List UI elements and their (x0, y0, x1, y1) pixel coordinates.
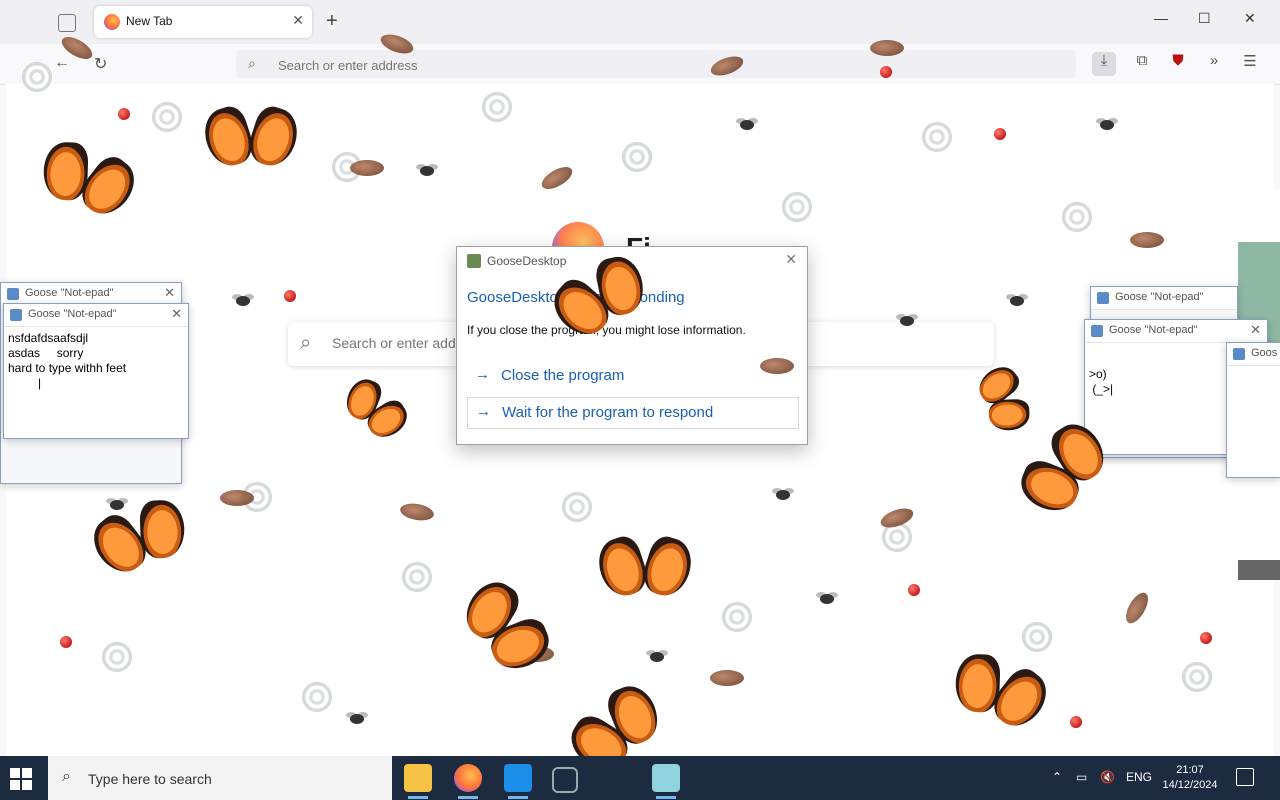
reload-icon[interactable]: ↻ (94, 54, 107, 74)
notepad-window-partial[interactable]: Goos (1226, 342, 1280, 478)
notepad-window[interactable]: Goose "Not-epad" ✕ nsfdafdsaafsdjl asdas… (3, 303, 189, 439)
notepad-titlebar[interactable]: Goos (1227, 343, 1280, 366)
clock-time: 21:07 (1176, 764, 1204, 776)
dialog-message: If you close the program, you might lose… (467, 323, 746, 337)
app-blue-icon[interactable] (504, 764, 532, 799)
app-hex-icon[interactable] (552, 767, 578, 793)
language-indicator[interactable]: ENG (1126, 770, 1152, 784)
taskbar-search-placeholder: Type here to search (88, 771, 212, 787)
notepad-icon (1091, 325, 1103, 337)
notepad-icon (7, 288, 19, 300)
tab-title: New Tab (126, 14, 173, 28)
file-explorer-icon[interactable] (404, 764, 432, 799)
list-tabs-icon[interactable] (58, 14, 76, 32)
download-icon[interactable]: ⤓ (1092, 52, 1116, 76)
notification-icon[interactable] (1236, 768, 1254, 786)
notepad-titlebar[interactable]: Goose "Not-epad" ✕ (4, 304, 188, 327)
dialog-heading: GooseDesktop is not responding (467, 289, 685, 306)
ublock-icon[interactable]: ⛊ (1166, 52, 1190, 76)
not-responding-dialog: GooseDesktop ✕ GooseDesktop is not respo… (456, 246, 808, 445)
menu-icon[interactable]: ☰ (1238, 52, 1262, 76)
wait-program-label: Wait for the program to respond (502, 404, 714, 421)
notepad-titlebar[interactable]: Goose "Not-epad" ✕ (1085, 320, 1267, 343)
search-icon: ⌕ (300, 332, 312, 354)
notepad-close-button[interactable]: ✕ (1250, 322, 1261, 338)
notepad-close-button[interactable]: ✕ (164, 285, 175, 301)
search-icon: ⌕ (62, 768, 71, 785)
search-icon: ⌕ (248, 55, 256, 71)
close-window-button[interactable]: ✕ (1244, 10, 1256, 27)
arrow-right-icon: → (475, 366, 490, 383)
back-icon[interactable]: ← (54, 54, 70, 72)
arrow-right-icon: → (476, 403, 491, 420)
notepad-title: Goose "Not-epad" (25, 287, 114, 299)
notepad-icon (1233, 348, 1245, 360)
minimize-button[interactable]: — (1154, 10, 1168, 26)
volume-muted-icon[interactable]: 🔇 (1100, 770, 1115, 784)
taskbar-search-box[interactable]: ⌕ Type here to search (48, 756, 392, 800)
notepad-close-button[interactable]: ✕ (171, 306, 182, 322)
start-button[interactable] (10, 768, 32, 790)
windows-taskbar: ⌕ Type here to search ⌃ ▭ 🔇 ENG 21:07 14… (0, 756, 1280, 800)
wait-program-button[interactable]: → Wait for the program to respond (467, 397, 799, 429)
notepad-icon (1097, 292, 1109, 304)
notepad-title: Goos (1251, 347, 1278, 359)
new-tab-button[interactable]: + (326, 10, 338, 33)
notepad-title: Goose "Not-epad" (1115, 291, 1204, 303)
notepad-title: Goose "Not-epad" (1109, 324, 1198, 336)
firefox-icon[interactable] (454, 764, 482, 799)
navigation-toolbar: ← ↻ ⌕ ⤓ ⧉ ⛊ » ☰ (0, 44, 1280, 85)
clock[interactable]: 21:07 14/12/2024 (1160, 763, 1220, 793)
dialog-close-button[interactable]: ✕ (785, 251, 797, 268)
notepad-title: Goose "Not-epad" (28, 308, 117, 320)
tab-close-icon[interactable]: ✕ (292, 12, 304, 29)
maximize-button[interactable]: ☐ (1198, 10, 1211, 27)
notepad-icon (10, 309, 22, 321)
url-bar[interactable]: ⌕ (236, 50, 1076, 80)
network-icon[interactable]: ▭ (1076, 770, 1087, 784)
overflow-icon[interactable]: » (1202, 52, 1226, 76)
dialog-title: GooseDesktop (487, 254, 567, 268)
close-program-label: Close the program (501, 367, 625, 384)
app-cube-icon[interactable] (652, 764, 680, 799)
notepad-titlebar[interactable]: Goose "Not-epad" (1091, 287, 1237, 310)
url-input[interactable] (276, 50, 1060, 80)
dialog-titlebar[interactable]: GooseDesktop ✕ (457, 247, 807, 275)
close-program-button[interactable]: → Close the program (467, 361, 797, 391)
notepad-text-area[interactable]: nsfdafdsaafsdjl asdas sorry hard to type… (4, 327, 188, 395)
goose-app-icon (467, 254, 481, 268)
tab-new-tab[interactable]: New Tab ✕ (94, 6, 312, 38)
chevron-up-icon[interactable]: ⌃ (1052, 770, 1062, 784)
extensions-icon[interactable]: ⧉ (1130, 52, 1154, 76)
tab-strip: New Tab ✕ + — ☐ ✕ (0, 0, 1280, 44)
clock-date: 14/12/2024 (1162, 779, 1218, 791)
firefox-favicon-icon (104, 14, 120, 30)
window-edge-gray (1238, 560, 1280, 580)
